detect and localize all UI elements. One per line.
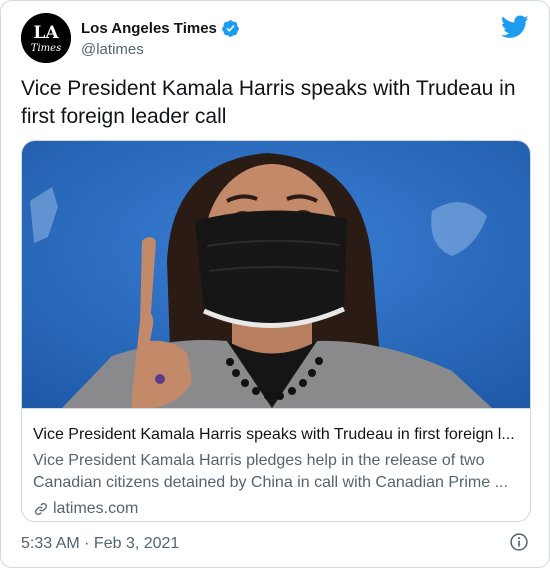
author-handle[interactable]: @latimes bbox=[81, 41, 144, 58]
verified-badge-icon bbox=[221, 19, 240, 38]
link-card[interactable]: Vice President Kamala Harris speaks with… bbox=[21, 140, 531, 522]
card-title[interactable]: Vice President Kamala Harris speaks with… bbox=[33, 426, 521, 444]
tweet-embed: LA Times Los Angeles Times @latimes Vice… bbox=[0, 0, 550, 568]
author-name-row[interactable]: Los Angeles Times bbox=[81, 19, 240, 38]
card-description: Vice President Kamala Harris pledges hel… bbox=[33, 450, 521, 494]
author-display-name[interactable]: Los Angeles Times bbox=[81, 20, 217, 37]
twitter-bird-icon[interactable] bbox=[500, 15, 529, 39]
card-body[interactable]: Vice President Kamala Harris speaks with… bbox=[22, 408, 530, 517]
tweet-timestamp[interactable]: 5:33 AM · Feb 3, 2021 bbox=[21, 535, 179, 553]
tweet-text: Vice President Kamala Harris speaks with… bbox=[21, 77, 516, 128]
la-times-logo: LA Times bbox=[21, 13, 71, 63]
author-avatar[interactable]: LA Times bbox=[21, 13, 71, 63]
info-icon[interactable] bbox=[509, 532, 529, 552]
card-domain-row[interactable]: latimes.com bbox=[33, 500, 138, 518]
card-description-line: Canadian citizens detained by China in c… bbox=[33, 474, 508, 491]
card-description-line: Vice President Kamala Harris pledges hel… bbox=[33, 452, 485, 469]
svg-text:LA: LA bbox=[33, 23, 59, 43]
card-photo[interactable] bbox=[22, 141, 530, 408]
link-icon bbox=[33, 501, 49, 517]
card-domain[interactable]: latimes.com bbox=[53, 500, 138, 518]
svg-text:Times: Times bbox=[31, 43, 61, 54]
